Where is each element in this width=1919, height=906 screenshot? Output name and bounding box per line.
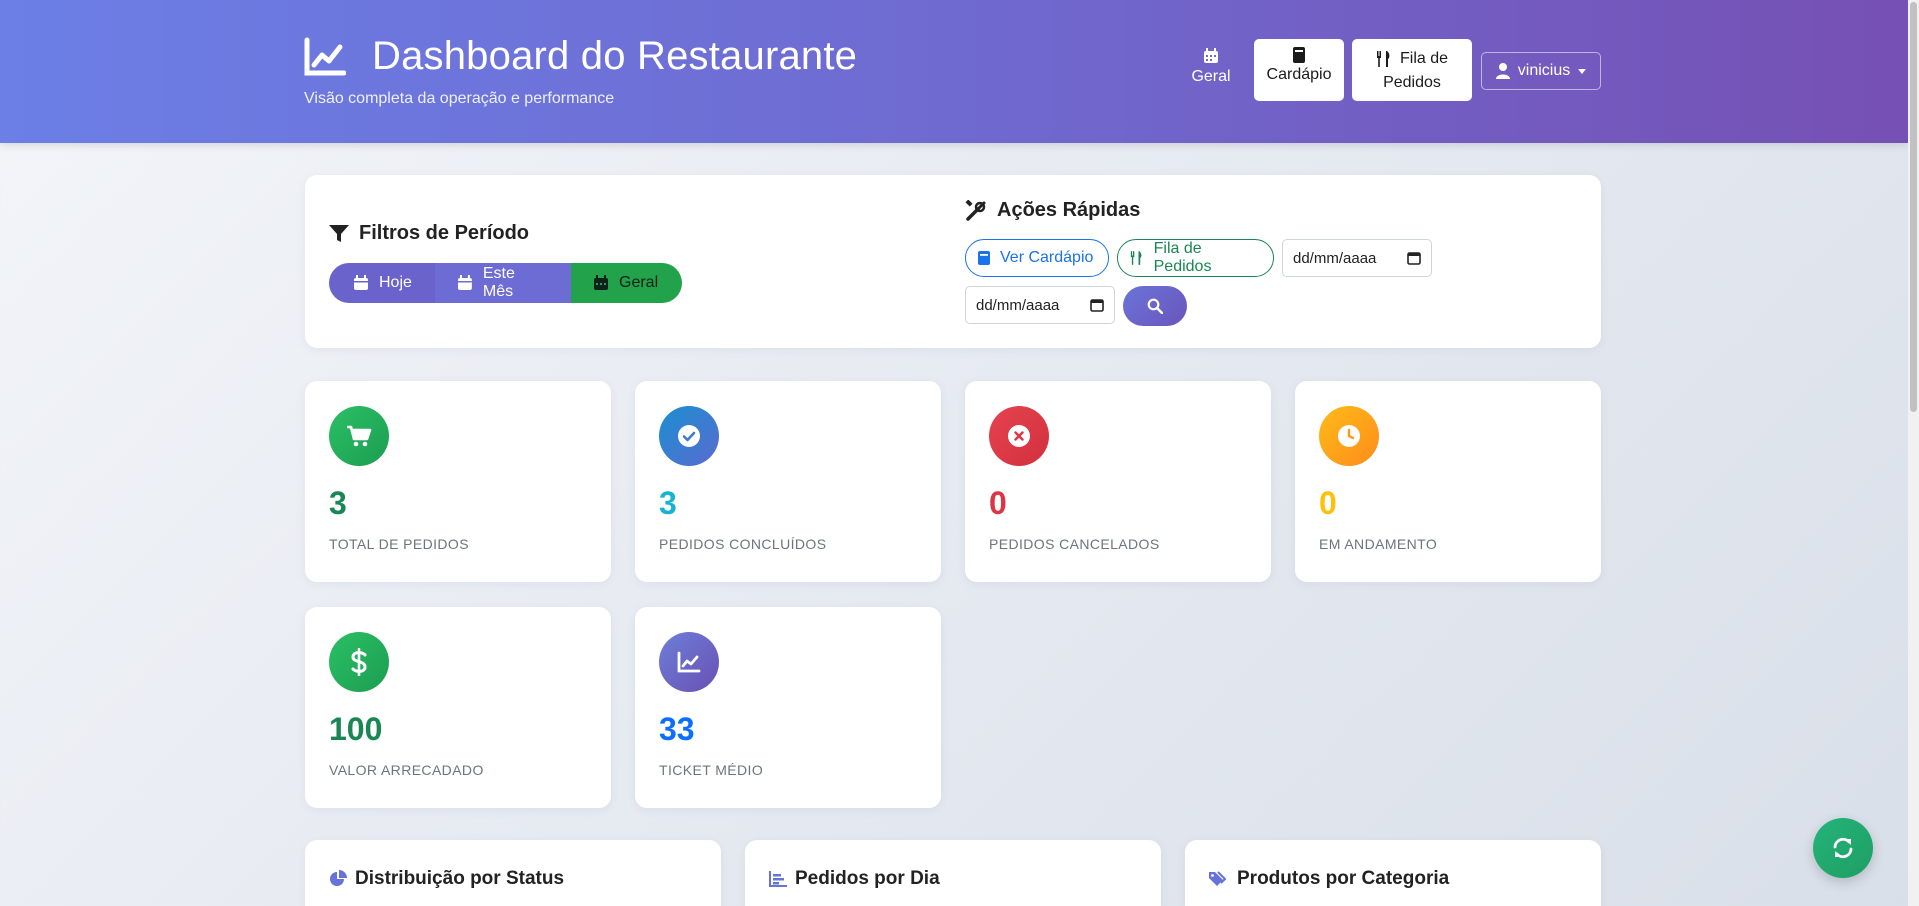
orders-per-day-label: Pedidos por Dia <box>795 868 940 889</box>
stat-label: TOTAL DE PEDIDOS <box>329 536 469 552</box>
caret-down-icon <box>1578 68 1587 74</box>
status-distribution-label: Distribuição por Status <box>355 868 565 889</box>
check-circle-icon <box>678 425 700 447</box>
orders-per-day-title: Pedidos por Dia <box>769 868 940 890</box>
stat-icon-circle <box>329 632 389 692</box>
stat-value: 3 <box>659 485 677 521</box>
user-menu-button[interactable]: vinicius <box>1481 52 1601 90</box>
brand: Dashboard do Restaurante <box>304 34 857 79</box>
fila-pedidos-button[interactable]: Fila de Pedidos <box>1117 239 1274 277</box>
stat-icon-circle <box>989 406 1049 466</box>
stat-value: 0 <box>989 485 1007 521</box>
stat-value: 0 <box>1319 485 1337 521</box>
products-category-label: Produtos por Categoria <box>1237 868 1450 889</box>
period-geral-button[interactable]: Geral <box>571 263 682 303</box>
pie-chart-icon <box>330 870 347 886</box>
stat-icon-circle <box>659 406 719 466</box>
tools-icon <box>965 199 986 221</box>
nav-fila-button[interactable]: Fila de Pedidos <box>1352 39 1472 101</box>
filters-card: Filtros de Período Hoje Este Mês Geral A… <box>305 175 1601 348</box>
products-category-card: Produtos por Categoria <box>1185 840 1601 906</box>
ver-cardapio-button[interactable]: Ver Cardápio <box>965 239 1109 277</box>
fila-pedidos-label: Fila de Pedidos <box>1153 240 1212 275</box>
tags-icon <box>1209 871 1227 886</box>
products-category-title: Produtos por Categoria <box>1209 868 1449 890</box>
stat-label: TICKET MÉDIO <box>659 762 764 778</box>
stat-card-concluidos: 3 PEDIDOS CONCLUÍDOS <box>635 381 941 582</box>
date-end-placeholder: dd/mm/aaaa <box>976 296 1060 314</box>
search-button[interactable] <box>1123 286 1187 326</box>
period-hoje-label: Hoje <box>379 274 412 291</box>
stat-icon-circle <box>659 632 719 692</box>
chart-line-icon <box>677 651 701 673</box>
chart-line-icon <box>304 37 346 75</box>
stat-card-valor: 100 VALOR ARRECADADO <box>305 607 611 808</box>
date-start-input[interactable]: dd/mm/aaaa <box>1282 239 1432 277</box>
nav-geral-label: Geral <box>1191 68 1231 85</box>
nav-cardapio-button[interactable]: Cardápio <box>1254 39 1344 101</box>
filters-title: Filtros de Período <box>329 222 529 245</box>
calendar-icon <box>1090 299 1104 312</box>
dollar-icon <box>351 648 367 676</box>
status-distribution-title: Distribuição por Status <box>329 868 564 890</box>
refresh-icon <box>1833 837 1853 859</box>
refresh-button[interactable] <box>1813 818 1873 878</box>
x-circle-icon <box>1008 425 1030 447</box>
page-scrollbar[interactable] <box>1908 0 1919 906</box>
calendar-icon <box>1204 48 1218 63</box>
filter-icon <box>329 224 349 242</box>
quick-actions-title-text: Ações Rápidas <box>997 199 1141 221</box>
utensils-icon <box>1130 251 1142 265</box>
stat-label: EM ANDAMENTO <box>1319 536 1438 552</box>
calendar-icon <box>354 275 368 290</box>
page-subtitle: Visão completa da operação e performance <box>304 90 615 107</box>
quick-actions-row: Ver Cardápio Fila de Pedidos dd/mm/aaaa <box>965 239 1432 277</box>
utensils-icon <box>1376 51 1390 67</box>
stat-card-cancelados: 0 PEDIDOS CANCELADOS <box>965 381 1271 582</box>
clock-icon <box>1338 425 1360 447</box>
ver-cardapio-label: Ver Cardápio <box>1000 249 1094 266</box>
nav-fila-label-2: Pedidos <box>1383 74 1441 91</box>
filters-title-text: Filtros de Período <box>359 222 530 244</box>
stat-card-andamento: 0 EM ANDAMENTO <box>1295 381 1601 582</box>
user-icon <box>1495 63 1510 79</box>
stat-card-total: 3 TOTAL DE PEDIDOS <box>305 381 611 582</box>
period-mes-button[interactable]: Este Mês <box>435 263 571 303</box>
stat-label: VALOR ARRECADADO <box>329 762 484 778</box>
period-button-group: Hoje Este Mês Geral <box>329 263 682 303</box>
search-icon <box>1147 298 1163 314</box>
stat-icon-circle <box>329 406 389 466</box>
stat-label: PEDIDOS CONCLUÍDOS <box>659 536 827 552</box>
stat-value: 33 <box>659 711 695 747</box>
scrollbar-thumb[interactable] <box>1910 2 1917 412</box>
user-name: vinicius <box>1517 62 1571 79</box>
bar-chart-icon <box>769 871 787 887</box>
quick-actions-title: Ações Rápidas <box>965 199 1140 222</box>
stat-card-ticket: 33 TICKET MÉDIO <box>635 607 941 808</box>
stat-value: 3 <box>329 485 347 521</box>
header: Dashboard do Restaurante Visão completa … <box>0 0 1908 143</box>
cart-icon <box>347 425 372 447</box>
calendar-icon <box>1407 252 1421 265</box>
stat-label: PEDIDOS CANCELADOS <box>989 536 1160 552</box>
period-hoje-button[interactable]: Hoje <box>329 263 435 303</box>
period-geral-label: Geral <box>619 274 659 291</box>
date-end-input[interactable]: dd/mm/aaaa <box>965 286 1115 324</box>
nav-geral-button[interactable]: Geral <box>1183 48 1239 94</box>
period-mes-label: Este Mês <box>482 265 515 300</box>
stat-value: 100 <box>329 711 383 747</box>
book-icon <box>1293 47 1305 63</box>
stat-icon-circle <box>1319 406 1379 466</box>
nav-cardapio-label: Cardápio <box>1266 66 1332 83</box>
nav-fila-label-1: Fila de <box>1399 50 1449 67</box>
book-icon <box>978 251 990 265</box>
status-distribution-card: Distribuição por Status <box>305 840 721 906</box>
calendar-icon <box>594 275 608 290</box>
date-start-placeholder: dd/mm/aaaa <box>1293 249 1377 267</box>
calendar-icon <box>457 275 472 290</box>
orders-per-day-card: Pedidos por Dia <box>745 840 1161 906</box>
page-title: Dashboard do Restaurante <box>372 34 858 78</box>
